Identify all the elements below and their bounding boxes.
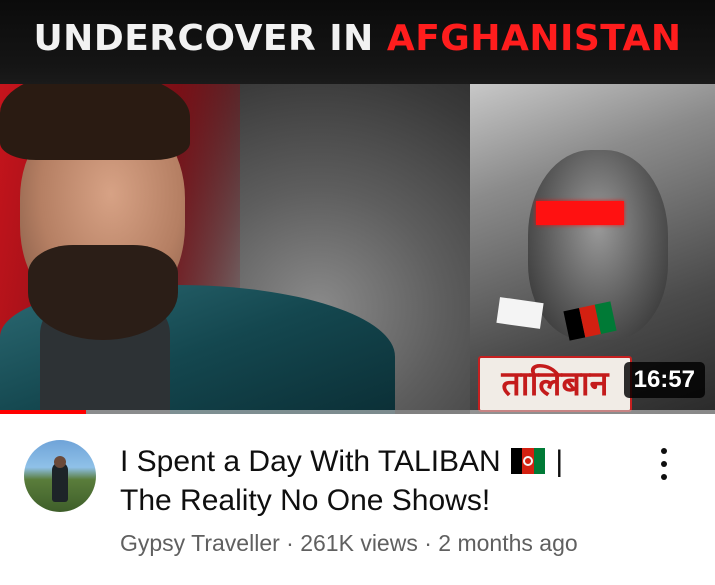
- video-thumbnail[interactable]: UNDERCOVER IN AFGHANISTAN तालिबान 16:57: [0, 0, 715, 414]
- video-subline: Gypsy Traveller · 261K views · 2 months …: [120, 530, 578, 557]
- video-title-part1: I Spent a Day With TALIBAN: [120, 445, 501, 478]
- video-title-separator: |: [555, 445, 564, 478]
- thumbnail-headline: UNDERCOVER IN AFGHANISTAN: [0, 18, 715, 59]
- meta-separator: ·: [424, 530, 432, 556]
- meta-separator: ·: [286, 530, 294, 556]
- thumbnail-person-left: [0, 70, 395, 414]
- more-vertical-icon[interactable]: [646, 444, 682, 484]
- headline-part2: AFGHANISTAN: [386, 18, 682, 59]
- upload-age: 2 months ago: [438, 530, 578, 556]
- video-meta: I Spent a Day With TALIBAN | The Reality…: [0, 414, 715, 585]
- channel-avatar[interactable]: [24, 440, 96, 512]
- video-title-part3: The Reality No One Shows!: [120, 484, 491, 517]
- view-count: 261K views: [300, 530, 418, 556]
- video-card[interactable]: UNDERCOVER IN AFGHANISTAN तालिबान 16:57 …: [0, 0, 715, 585]
- duration-badge: 16:57: [623, 362, 705, 398]
- headline-part1: UNDERCOVER IN: [33, 18, 374, 59]
- thumbnail-eye-censor-bar: [536, 201, 624, 225]
- afghanistan-flag-icon: [511, 448, 546, 474]
- thumbnail-badge: तालिबान: [478, 356, 632, 412]
- video-title[interactable]: I Spent a Day With TALIBAN | The Reality…: [120, 442, 630, 520]
- channel-name[interactable]: Gypsy Traveller: [120, 530, 280, 556]
